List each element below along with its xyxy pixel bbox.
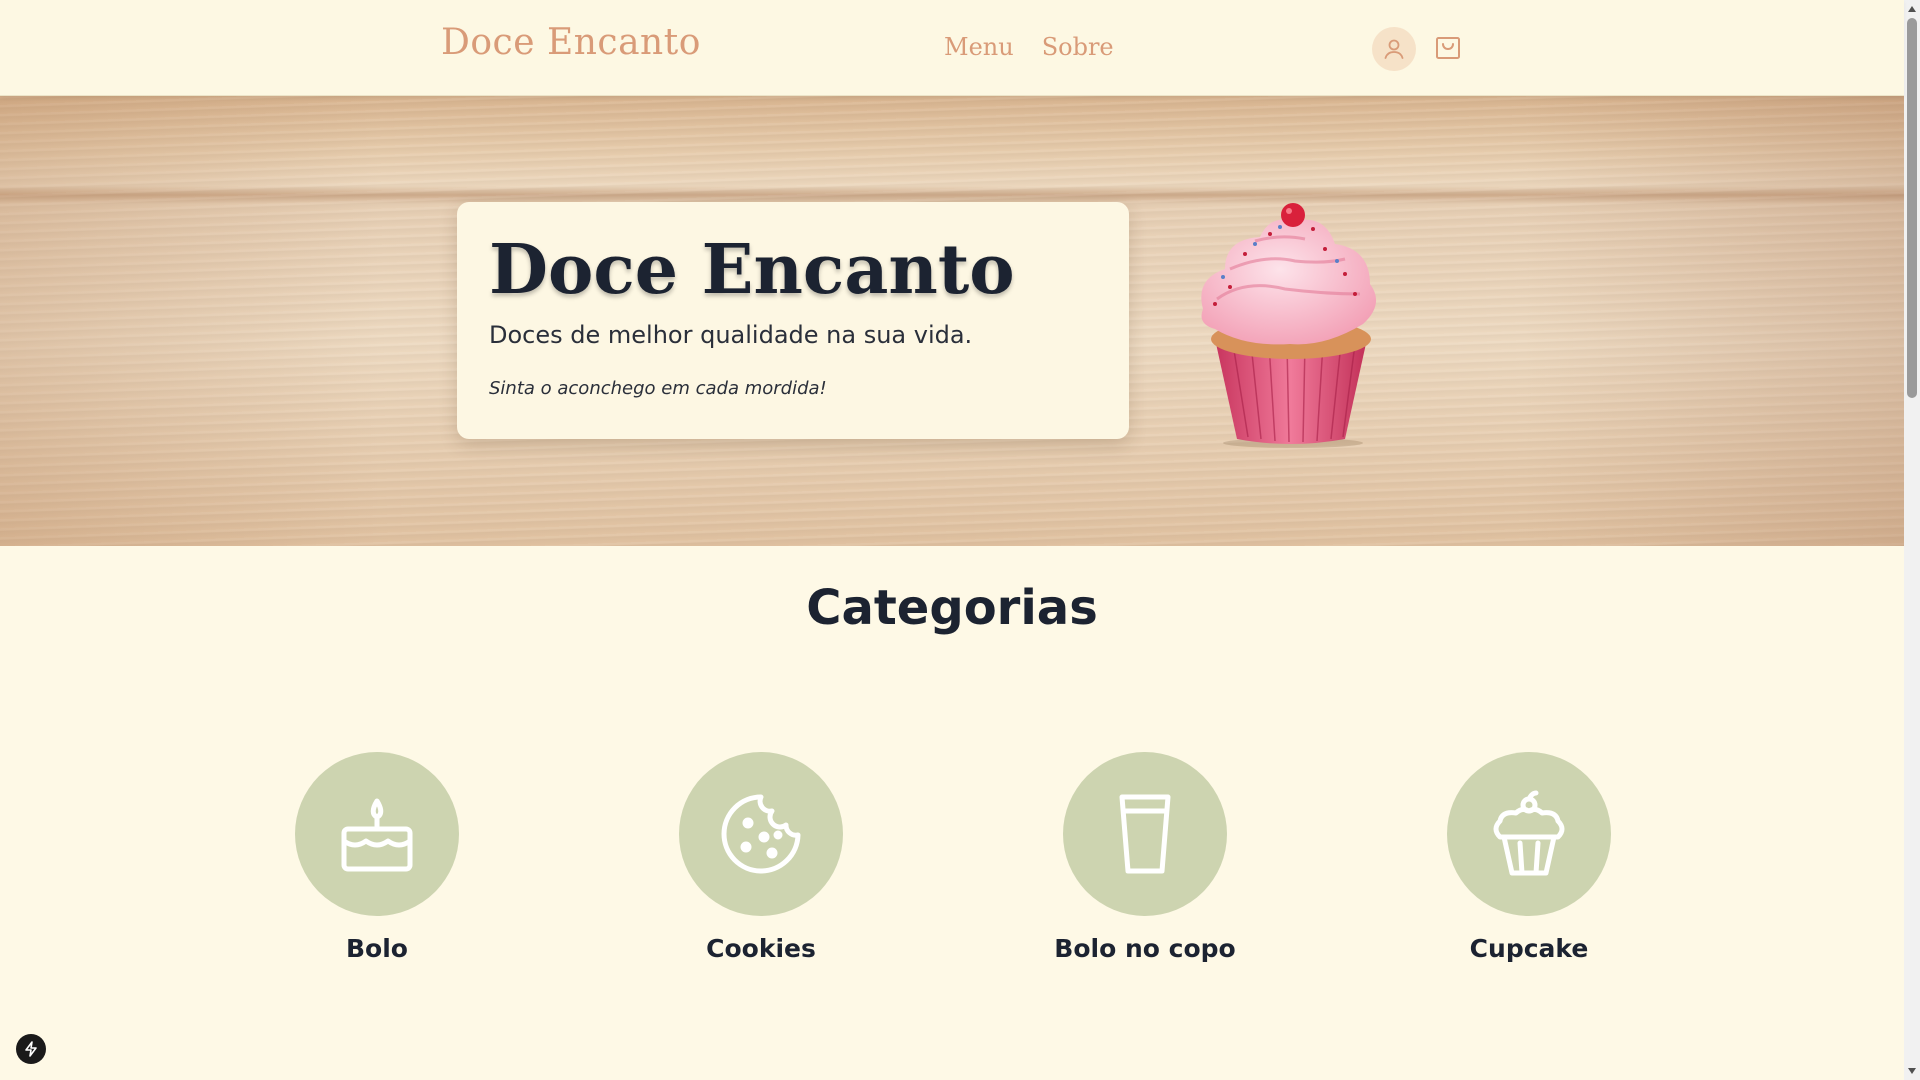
top-navbar: Doce Encanto Menu Sobre bbox=[0, 0, 1904, 96]
scrollbar-thumb[interactable] bbox=[1907, 18, 1917, 398]
category-circle bbox=[295, 752, 459, 916]
category-label: Cookies bbox=[706, 934, 816, 963]
hero-subtitle: Doces de melhor qualidade na sua vida. bbox=[489, 321, 973, 349]
category-circle bbox=[679, 752, 843, 916]
nav-link-sobre[interactable]: Sobre bbox=[1042, 33, 1114, 61]
brand-logo[interactable]: Doce Encanto bbox=[441, 22, 701, 63]
main-nav: Menu Sobre bbox=[944, 33, 1114, 61]
cart-button[interactable] bbox=[1434, 35, 1462, 61]
shopping-bag-icon bbox=[1436, 37, 1460, 59]
category-bolo-no-copo[interactable]: Bolo no copo bbox=[1025, 752, 1265, 963]
page-scrollbar[interactable] bbox=[1904, 0, 1920, 1080]
cupcake-icon bbox=[1493, 790, 1565, 876]
user-account-button[interactable] bbox=[1372, 27, 1416, 71]
category-circle bbox=[1063, 752, 1227, 916]
cookie-icon bbox=[721, 794, 801, 874]
category-label: Cupcake bbox=[1469, 934, 1589, 963]
category-circle bbox=[1447, 752, 1611, 916]
hero-banner: Doce Encanto Doces de melhor qualidade n… bbox=[0, 96, 1904, 546]
user-icon bbox=[1384, 39, 1404, 59]
lightning-icon bbox=[25, 1041, 37, 1057]
hero-card: Doce Encanto Doces de melhor qualidade n… bbox=[457, 202, 1129, 439]
category-cookies[interactable]: Cookies bbox=[641, 752, 881, 963]
categories-title: Categorias bbox=[806, 580, 1098, 636]
cake-icon bbox=[341, 798, 413, 872]
dev-tools-badge[interactable] bbox=[16, 1034, 46, 1064]
cup-icon bbox=[1119, 794, 1171, 874]
category-label: Bolo no copo bbox=[1054, 934, 1236, 963]
category-label: Bolo bbox=[346, 934, 408, 963]
category-bolo[interactable]: Bolo bbox=[257, 752, 497, 963]
category-cupcake[interactable]: Cupcake bbox=[1409, 752, 1649, 963]
cupcake-image bbox=[1201, 203, 1377, 448]
scroll-up-arrow-icon[interactable] bbox=[1908, 6, 1916, 12]
nav-link-menu[interactable]: Menu bbox=[944, 33, 1014, 61]
hero-tagline: Sinta o aconchego em cada mordida! bbox=[489, 378, 827, 399]
hero-title: Doce Encanto bbox=[489, 230, 1015, 310]
scroll-down-arrow-icon[interactable] bbox=[1908, 1068, 1916, 1074]
